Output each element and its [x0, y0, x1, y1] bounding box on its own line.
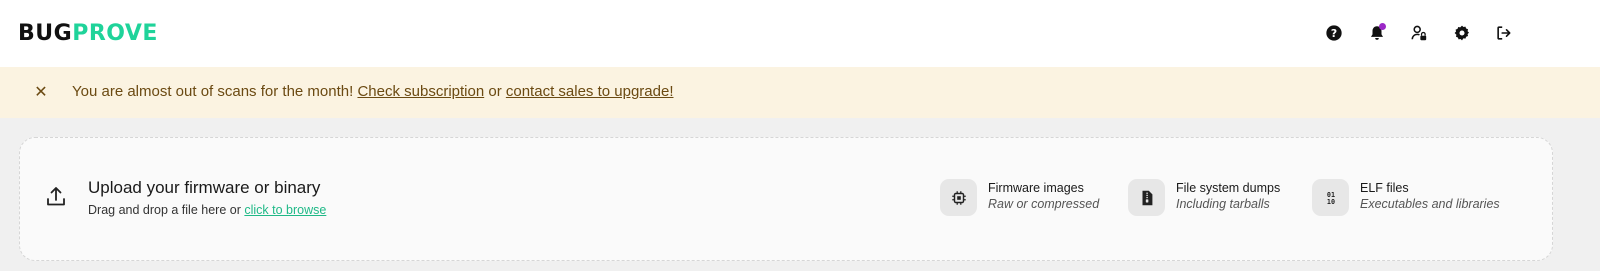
file-type-desc: Executables and libraries — [1360, 197, 1500, 211]
close-icon[interactable]: ✕ — [33, 82, 49, 102]
logo-part-bug: BUG — [18, 20, 73, 46]
contact-sales-link[interactable]: contact sales to upgrade! — [506, 83, 674, 100]
browse-link[interactable]: click to browse — [244, 203, 326, 217]
file-type-desc: Including tarballs — [1176, 197, 1270, 211]
gear-icon[interactable] — [1451, 22, 1473, 44]
archive-file-icon — [1128, 179, 1165, 216]
bugprove-logo[interactable]: BUG PROVE — [18, 20, 158, 46]
banner-connector: or — [488, 83, 502, 100]
chip-icon — [940, 179, 977, 216]
user-lock-icon[interactable] — [1408, 22, 1430, 44]
upload-subtitle-text: Drag and drop a file here or — [88, 203, 241, 217]
upload-icon — [44, 185, 68, 209]
file-type-desc: Raw or compressed — [988, 197, 1100, 211]
file-type-title: File system dumps — [1176, 181, 1281, 195]
svg-text:10: 10 — [1326, 197, 1334, 205]
check-subscription-link[interactable]: Check subscription — [357, 83, 484, 100]
help-icon[interactable]: ? — [1323, 22, 1345, 44]
bell-icon[interactable] — [1366, 22, 1388, 44]
notification-dot — [1379, 23, 1386, 30]
file-type-title: ELF files — [1360, 181, 1409, 195]
upload-subtitle: Drag and drop a file here or click to br… — [88, 203, 326, 217]
logo-part-prove: PROVE — [72, 20, 158, 46]
file-type-title: Firmware images — [988, 181, 1084, 195]
top-header: BUG PROVE ? — [0, 0, 1600, 67]
binary-icon: 01 10 — [1312, 179, 1349, 216]
banner-message: You are almost out of scans for the mont… — [72, 83, 354, 100]
scan-limit-banner: ✕ You are almost out of scans for the mo… — [0, 67, 1600, 118]
svg-text:?: ? — [1331, 27, 1337, 40]
upload-title: Upload your firmware or binary — [88, 178, 321, 197]
banner-message-line: You are almost out of scans for the mont… — [72, 83, 673, 100]
logout-icon[interactable] — [1493, 22, 1515, 44]
upload-dropzone[interactable]: Upload your firmware or binary Drag and … — [19, 137, 1553, 261]
